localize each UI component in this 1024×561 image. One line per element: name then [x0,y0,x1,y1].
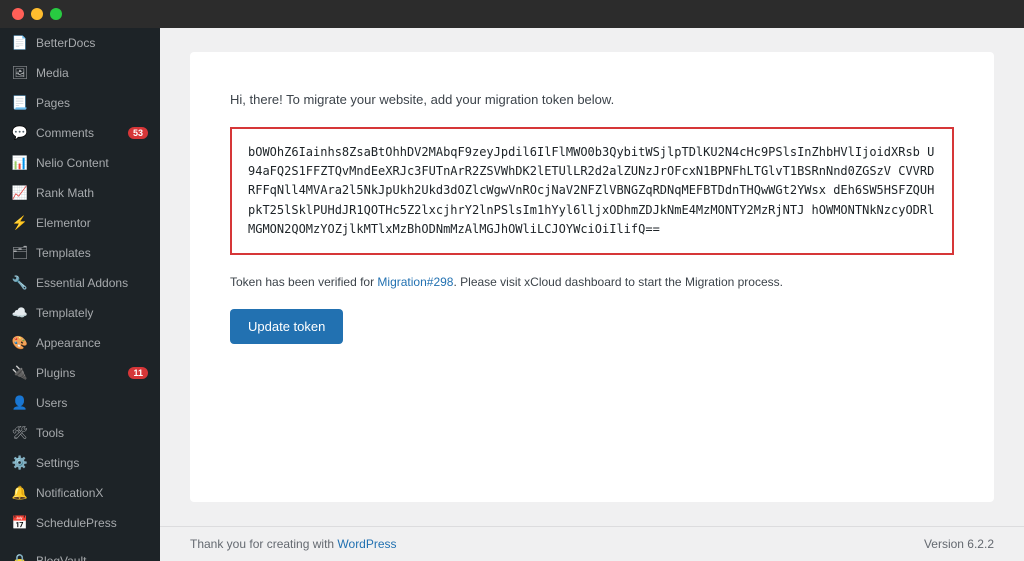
sidebar-item-label: Essential Addons [36,276,128,290]
sidebar-item-label: Rank Math [36,186,94,200]
white-card: Hi, there! To migrate your website, add … [190,52,994,502]
sidebar-item-schedulepress[interactable]: 📅 SchedulePress [0,508,160,538]
templates-icon: 🗂 [12,245,28,261]
sidebar-item-templately[interactable]: ☁️ Templately [0,298,160,328]
plugins-icon: 🔌 [12,365,28,381]
sidebar-item-comments[interactable]: 💬 Comments 53 [0,118,160,148]
sidebar-item-pages[interactable]: 📃 Pages [0,88,160,118]
schedulepress-icon: 📅 [12,515,28,531]
comments-badge: 53 [128,127,148,139]
sidebar-item-label: Media [36,66,69,80]
sidebar-item-label: SchedulePress [36,516,117,530]
sidebar-item-label: Pages [36,96,70,110]
sidebar-item-label: Nelio Content [36,156,109,170]
sidebar-item-plugins[interactable]: 🔌 Plugins 11 [0,358,160,388]
comments-icon: 💬 [12,125,28,141]
media-icon: 🖼 [12,65,28,81]
plugins-badge: 11 [128,367,148,379]
appearance-icon: 🎨 [12,335,28,351]
pages-icon: 📃 [12,95,28,111]
sidebar-item-blogvault[interactable]: 🔒 BlogVault [0,546,160,561]
sidebar-item-media[interactable]: 🖼 Media [0,58,160,88]
sidebar-item-label: BetterDocs [36,36,95,50]
sidebar-item-label: Tools [36,426,64,440]
elementor-icon: ⚡ [12,215,28,231]
update-token-button[interactable]: Update token [230,309,343,344]
sidebar-item-label: NotificationX [36,486,103,500]
sidebar-item-label: Plugins [36,366,75,380]
content-area: Hi, there! To migrate your website, add … [160,28,1024,526]
sidebar-item-label: Appearance [36,336,101,350]
verified-text: Token has been verified for Migration#29… [230,275,954,289]
verified-prefix: Token has been verified for [230,275,377,289]
sidebar-item-settings[interactable]: ⚙️ Settings [0,448,160,478]
nelio-icon: 📊 [12,155,28,171]
settings-icon: ⚙️ [12,455,28,471]
sidebar-item-users[interactable]: 👤 Users [0,388,160,418]
rankmath-icon: 📈 [12,185,28,201]
thank-you-text: Thank you for creating with [190,537,337,551]
version-label: Version 6.2.2 [924,537,994,551]
footer: Thank you for creating with WordPress Ve… [160,526,1024,561]
sidebar-item-label: Elementor [36,216,91,230]
sidebar-item-label: BlogVault [36,554,86,561]
tools-icon: 🛠 [12,425,28,441]
verified-suffix: . Please visit xCloud dashboard to start… [453,275,783,289]
main-content: Hi, there! To migrate your website, add … [160,0,1024,561]
close-button[interactable] [12,8,24,20]
sidebar-item-elementor[interactable]: ⚡ Elementor [0,208,160,238]
sidebar-item-notificationx[interactable]: 🔔 NotificationX [0,478,160,508]
token-box[interactable]: bOWOhZ6Iainhs8ZsaBtOhhDV2MAbqF9zeyJpdil6… [230,127,954,255]
wordpress-link[interactable]: WordPress [337,537,396,551]
footer-text: Thank you for creating with WordPress [190,537,397,551]
essential-addons-icon: 🔧 [12,275,28,291]
sidebar-item-rankmath[interactable]: 📈 Rank Math [0,178,160,208]
templately-icon: ☁️ [12,305,28,321]
sidebar-item-templates[interactable]: 🗂 Templates [0,238,160,268]
minimize-button[interactable] [31,8,43,20]
sidebar-item-appearance[interactable]: 🎨 Appearance [0,328,160,358]
sidebar-item-label: Comments [36,126,94,140]
notificationx-icon: 🔔 [12,485,28,501]
titlebar [0,0,1024,28]
sidebar-item-essential-addons[interactable]: 🔧 Essential Addons [0,268,160,298]
sidebar: 📄 BetterDocs 🖼 Media 📃 Pages 💬 Comments … [0,0,160,561]
migration-link[interactable]: Migration#298 [377,275,453,289]
blogvault-icon: 🔒 [12,553,28,561]
betterdocs-icon: 📄 [12,35,28,51]
sidebar-item-label: Users [36,396,67,410]
sidebar-item-label: Templates [36,246,91,260]
intro-text: Hi, there! To migrate your website, add … [230,92,954,107]
users-icon: 👤 [12,395,28,411]
sidebar-item-label: Settings [36,456,79,470]
sidebar-item-nelio[interactable]: 📊 Nelio Content [0,148,160,178]
sidebar-item-label: Templately [36,306,93,320]
maximize-button[interactable] [50,8,62,20]
sidebar-item-tools[interactable]: 🛠 Tools [0,418,160,448]
sidebar-item-betterdocs[interactable]: 📄 BetterDocs [0,28,160,58]
